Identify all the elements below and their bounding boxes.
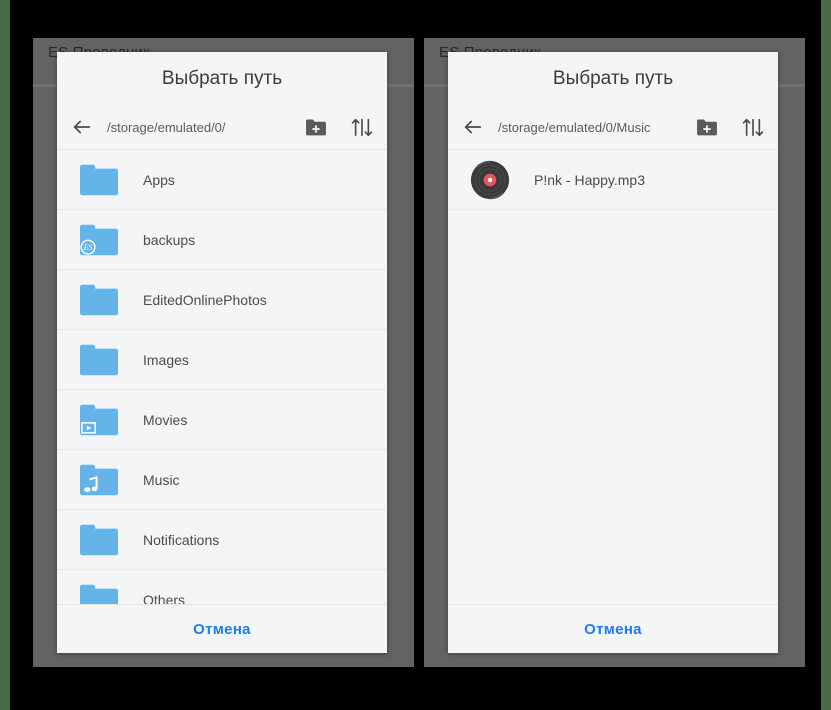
list-item[interactable]: ES backups [57, 210, 387, 270]
arrow-left-icon[interactable] [71, 116, 93, 138]
list-item-label: Apps [143, 171, 175, 188]
path-bar-right: /storage/emulated/0/Music [448, 105, 778, 150]
list-item[interactable]: Music [57, 450, 387, 510]
list-item-label: Movies [143, 411, 188, 428]
file-list-left[interactable]: Apps ES backups EditedOnlinePhotos Image… [57, 150, 387, 604]
device-screenshot-right: ES Проводник Выбрать путь /storage/emula… [424, 38, 805, 667]
list-item[interactable]: EditedOnlinePhotos [57, 270, 387, 330]
folder-icon [77, 578, 121, 604]
device-screenshot-left: ES Проводник Выбрать путь /storage/emula… [33, 38, 414, 667]
select-path-dialog-left: Выбрать путь /storage/emulated/0/ Apps E… [57, 52, 387, 653]
sort-icon[interactable] [337, 117, 375, 137]
list-item[interactable]: Apps [57, 150, 387, 210]
folder-icon [77, 518, 121, 562]
dialog-title-left: Выбрать путь [161, 68, 283, 89]
list-item[interactable]: Movies [57, 390, 387, 450]
list-item-label: EditedOnlinePhotos [143, 291, 267, 308]
file-list-right[interactable]: P!nk - Happy.mp3 [448, 150, 778, 604]
current-path-left[interactable]: /storage/emulated/0/ [107, 120, 295, 135]
list-item-label: backups [143, 231, 196, 248]
cancel-button[interactable]: Отмена [584, 621, 642, 638]
path-bar-left: /storage/emulated/0/ [57, 105, 387, 150]
current-path-right[interactable]: /storage/emulated/0/Music [498, 120, 686, 135]
folder-music-icon [77, 458, 121, 502]
list-item-label: Others [143, 591, 186, 605]
list-item[interactable]: Notifications [57, 510, 387, 570]
select-path-dialog-right: Выбрать путь /storage/emulated/0/Music P… [448, 52, 778, 653]
folder-icon [77, 158, 121, 202]
left-edge-accent-strip [0, 0, 10, 710]
folder-icon [77, 278, 121, 322]
folder-video-icon [77, 398, 121, 442]
list-item-label: Images [143, 351, 189, 368]
list-item[interactable]: P!nk - Happy.mp3 [448, 150, 778, 210]
folder-icon [77, 338, 121, 382]
vinyl-record-icon [468, 158, 512, 202]
dialog-title-right: Выбрать путь [552, 68, 674, 89]
list-item-label: Notifications [143, 531, 220, 548]
list-item-label: P!nk - Happy.mp3 [534, 171, 646, 188]
screenshot-canvas: ES Проводник Выбрать путь /storage/emula… [0, 0, 831, 710]
dialog-footer-left: Отмена [57, 604, 387, 653]
svg-text:ES: ES [83, 243, 93, 252]
new-folder-icon[interactable] [696, 118, 718, 137]
right-edge-accent-strip [821, 0, 831, 710]
dialog-footer-right: Отмена [448, 604, 778, 653]
cancel-button[interactable]: Отмена [193, 621, 251, 638]
new-folder-icon[interactable] [305, 118, 327, 137]
folder-es-badge-icon: ES [77, 218, 121, 262]
list-item[interactable]: Images [57, 330, 387, 390]
list-item[interactable]: Others [57, 570, 387, 604]
arrow-left-icon[interactable] [462, 116, 484, 138]
list-item-label: Music [143, 471, 180, 488]
sort-icon[interactable] [728, 117, 766, 137]
